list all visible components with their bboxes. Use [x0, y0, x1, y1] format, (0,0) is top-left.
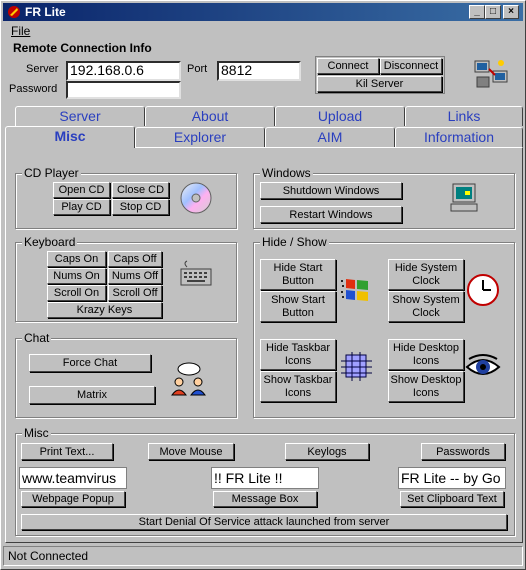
minimize-button[interactable]: _	[469, 5, 485, 19]
computer-icon	[450, 182, 480, 214]
krazy-keys-button[interactable]: Krazy Keys	[47, 302, 162, 318]
password-input[interactable]	[66, 81, 181, 99]
caps-on-button[interactable]: Caps On	[47, 251, 106, 267]
app-window: FR Lite _ □ × File Remote Connection Inf…	[0, 0, 526, 570]
hide-show-title: Hide / Show	[260, 235, 329, 249]
keyboard-icon	[179, 259, 213, 287]
maximize-button[interactable]: □	[485, 5, 501, 19]
force-chat-button[interactable]: Force Chat	[29, 354, 151, 372]
stop-cd-button[interactable]: Stop CD	[112, 199, 169, 215]
hide-start-button[interactable]: Hide Start Button	[260, 259, 336, 290]
show-taskbar-icons-button[interactable]: Show Taskbar Icons	[260, 371, 336, 402]
tab-about[interactable]: About	[145, 106, 275, 126]
tab-links[interactable]: Links	[405, 106, 523, 126]
play-cd-button[interactable]: Play CD	[53, 199, 110, 215]
password-label: Password	[9, 83, 58, 95]
connect-button[interactable]: Connect	[317, 58, 379, 74]
tab-misc[interactable]: Misc	[5, 126, 135, 148]
shutdown-windows-button[interactable]: Shutdown Windows	[260, 182, 402, 199]
tab-explorer[interactable]: Explorer	[135, 127, 265, 147]
app-icon	[6, 4, 22, 20]
message-box-button[interactable]: Message Box	[213, 491, 317, 507]
hide-clock-button[interactable]: Hide System Clock	[388, 259, 464, 290]
show-desktop-icons-button[interactable]: Show Desktop Icons	[388, 371, 464, 402]
cd-icon	[179, 181, 213, 215]
clock-icon	[466, 273, 500, 307]
passwords-button[interactable]: Passwords	[421, 443, 505, 460]
windows-logo-icon	[340, 277, 372, 305]
clipboard-text-input[interactable]: FR Lite -- by Go	[398, 467, 506, 489]
scroll-on-button[interactable]: Scroll On	[47, 285, 106, 301]
close-button[interactable]: ×	[503, 5, 519, 19]
eye-icon	[465, 351, 501, 383]
matrix-button[interactable]: Matrix	[29, 386, 155, 404]
port-input[interactable]: 8812	[217, 61, 301, 81]
restart-windows-button[interactable]: Restart Windows	[260, 206, 402, 223]
tab-upload[interactable]: Upload	[275, 106, 405, 126]
menu-bar: File	[3, 22, 523, 39]
disconnect-button[interactable]: Disconnect	[380, 58, 442, 74]
close-cd-button[interactable]: Close CD	[112, 182, 169, 198]
open-cd-button[interactable]: Open CD	[53, 182, 110, 198]
network-icon	[473, 57, 509, 91]
keyboard-title: Keyboard	[22, 235, 78, 249]
show-clock-button[interactable]: Show System Clock	[388, 291, 464, 322]
chat-people-icon	[169, 361, 209, 397]
title-bar[interactable]: FR Lite _ □ ×	[3, 3, 523, 21]
window-title: FR Lite	[25, 5, 66, 19]
chat-title: Chat	[22, 331, 52, 345]
show-start-button[interactable]: Show Start Button	[260, 291, 336, 322]
set-clipboard-button[interactable]: Set Clipboard Text	[400, 491, 504, 507]
move-mouse-button[interactable]: Move Mouse	[148, 443, 234, 460]
denial-of-service-button[interactable]: Start Denial Of Service attack launched …	[21, 514, 507, 530]
menu-file[interactable]: File	[11, 24, 30, 38]
cd-player-title: CD Player	[22, 166, 81, 180]
tab-information[interactable]: Information	[395, 127, 523, 147]
misc-title: Misc	[22, 426, 51, 440]
nums-on-button[interactable]: Nums On	[47, 268, 106, 284]
hide-desktop-icons-button[interactable]: Hide Desktop Icons	[388, 339, 464, 370]
status-bar: Not Connected	[3, 546, 523, 566]
webpage-popup-button[interactable]: Webpage Popup	[21, 491, 125, 507]
webpage-url-input[interactable]: www.teamvirus	[19, 467, 127, 489]
nums-off-button[interactable]: Nums Off	[108, 268, 162, 284]
tab-aim[interactable]: AIM	[265, 127, 395, 147]
tab-server[interactable]: Server	[15, 106, 145, 126]
kill-server-button[interactable]: Kil Server	[317, 76, 442, 92]
taskbar-icon	[340, 351, 374, 383]
server-label: Server	[26, 63, 59, 75]
keylogs-button[interactable]: Keylogs	[285, 443, 369, 460]
connection-heading: Remote Connection Info	[13, 41, 152, 55]
message-box-input[interactable]: !! FR Lite !!	[211, 467, 319, 489]
print-text-button[interactable]: Print Text...	[21, 443, 113, 460]
scroll-off-button[interactable]: Scroll Off	[108, 285, 162, 301]
windows-title: Windows	[260, 166, 313, 180]
port-label: Port	[187, 63, 208, 75]
caps-off-button[interactable]: Caps Off	[108, 251, 162, 267]
server-input[interactable]: 192.168.0.6	[66, 61, 181, 81]
hide-taskbar-icons-button[interactable]: Hide Taskbar Icons	[260, 339, 336, 370]
